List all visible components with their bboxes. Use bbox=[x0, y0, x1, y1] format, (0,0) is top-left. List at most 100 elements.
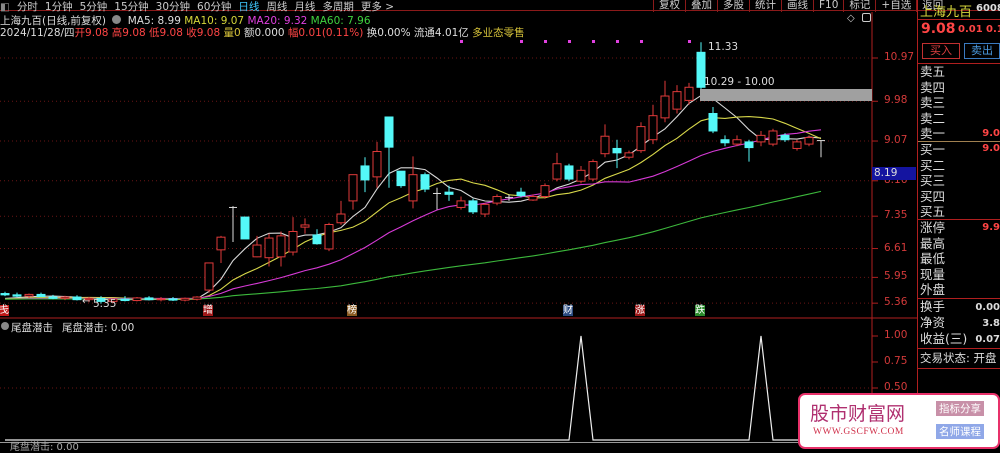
candle-body bbox=[264, 237, 274, 259]
candle-body bbox=[0, 293, 10, 296]
candle-body bbox=[252, 244, 262, 258]
tag-teacher-course[interactable]: 名师课程 bbox=[936, 424, 984, 439]
candle-body bbox=[420, 174, 430, 190]
price-change: 0.01 bbox=[958, 24, 983, 35]
candle-body bbox=[732, 139, 742, 145]
ma20-line bbox=[4, 129, 822, 300]
indicator-settings-icon[interactable] bbox=[1, 322, 9, 330]
nav-label: 净资 bbox=[920, 315, 946, 330]
signal-marker: 涨 bbox=[635, 305, 645, 316]
period-tab[interactable]: 5分钟 bbox=[80, 2, 108, 13]
candle-body bbox=[396, 170, 406, 187]
open: 开9.08 bbox=[74, 27, 109, 39]
signal-marker: 跌 bbox=[695, 305, 705, 316]
toolbar-button[interactable]: 统计 bbox=[749, 0, 781, 12]
stat-label: 最高 bbox=[920, 235, 946, 251]
candle-body bbox=[708, 112, 718, 132]
candle-body bbox=[24, 293, 34, 297]
toolbar-button[interactable]: +自选 bbox=[875, 0, 916, 12]
right-toolbar: 复权 叠加 多股 统计 画线 F10 标记 +自选 返回 bbox=[653, 0, 948, 12]
indicator-line bbox=[5, 335, 821, 441]
signal-dot bbox=[460, 40, 463, 43]
period-tab[interactable]: 60分钟 bbox=[197, 2, 231, 13]
panel-toggle-icon[interactable] bbox=[862, 13, 871, 22]
watermark-banner[interactable]: 股市财富网 WWW.GSCFW.COM 指标分享 名师课程 bbox=[798, 393, 1000, 449]
price-tick: 5.36 bbox=[884, 296, 908, 309]
indicator-value: 尾盘潜击: 0.00 bbox=[62, 322, 135, 334]
settings-icon[interactable] bbox=[112, 15, 122, 24]
buy-button[interactable]: 买入 bbox=[922, 43, 960, 59]
ask-label: 卖二 bbox=[920, 110, 946, 126]
period-tab[interactable]: 月线 bbox=[294, 2, 315, 13]
candle-body bbox=[132, 297, 142, 302]
price-tick: 6.61 bbox=[884, 241, 908, 254]
candle-body bbox=[444, 191, 454, 195]
last-price: 9.08 bbox=[921, 21, 956, 37]
candle-body bbox=[180, 297, 190, 301]
period-tab[interactable]: 日线 bbox=[238, 2, 259, 13]
indicator-name[interactable]: 尾盘潜击 bbox=[11, 320, 53, 335]
candle-body bbox=[756, 134, 766, 143]
price-tick: 5.95 bbox=[884, 270, 908, 283]
candle-body bbox=[48, 296, 58, 299]
range-band bbox=[700, 89, 872, 101]
ask1-price: 9.0 bbox=[982, 128, 1000, 139]
eps-label: 收益(三) bbox=[920, 331, 968, 346]
trade-status: 交易状态: 开盘 bbox=[920, 351, 997, 365]
nav-value: 3.8 bbox=[982, 318, 1000, 329]
candle-body bbox=[72, 296, 82, 301]
bid-label: 买二 bbox=[920, 157, 946, 173]
candle-body bbox=[720, 139, 730, 144]
period-tab[interactable]: 1分钟 bbox=[45, 2, 73, 13]
tag-indicator-share[interactable]: 指标分享 bbox=[936, 401, 984, 416]
signal-dot bbox=[568, 40, 571, 43]
signal-marker: 增 bbox=[203, 305, 213, 316]
candle-body bbox=[612, 147, 622, 154]
period-tab[interactable]: 分时 bbox=[17, 2, 38, 13]
pct-change: 0.1 bbox=[986, 24, 1000, 35]
candle-body bbox=[624, 152, 634, 158]
ask-label: 卖一 bbox=[920, 126, 946, 141]
bid1-price: 9.0 bbox=[982, 143, 1000, 154]
toolbar-button[interactable]: 多股 bbox=[717, 0, 749, 12]
indicator-tick: 0.75 bbox=[884, 355, 908, 367]
signal-marker: 财 bbox=[563, 305, 573, 316]
toolbar-button[interactable]: 叠加 bbox=[685, 0, 717, 12]
candle-body bbox=[600, 135, 610, 155]
period-tab[interactable]: 周线 bbox=[266, 2, 287, 13]
candle-body bbox=[384, 116, 394, 148]
sell-button[interactable]: 卖出 bbox=[964, 43, 1000, 59]
candle-body bbox=[168, 298, 178, 301]
period-tab[interactable]: 更多 > bbox=[361, 2, 394, 13]
signal-dot bbox=[640, 40, 643, 43]
candle-body bbox=[744, 141, 754, 149]
candle-body bbox=[768, 130, 778, 145]
range: 幅0.01(0.11%) bbox=[287, 27, 364, 39]
toolbar-button[interactable]: 复权 bbox=[653, 0, 685, 12]
period-tab[interactable]: 15分钟 bbox=[114, 2, 148, 13]
high: 高9.08 bbox=[111, 27, 146, 39]
stat-label: 外盘 bbox=[920, 282, 946, 297]
candle-body bbox=[648, 115, 658, 141]
candle-body bbox=[144, 297, 154, 301]
candle-body bbox=[156, 298, 166, 301]
toolbar-icon[interactable]: ◧ bbox=[0, 2, 10, 13]
toolbar-button[interactable]: 标记 bbox=[843, 0, 875, 12]
bid-label: 买四 bbox=[920, 188, 946, 204]
candle-body bbox=[516, 191, 526, 197]
date: 2024/11/28/四 bbox=[0, 27, 75, 39]
kline-chart[interactable] bbox=[0, 0, 1000, 449]
toolbar-button[interactable]: 画线 bbox=[781, 0, 813, 12]
period-tab[interactable]: 30分钟 bbox=[156, 2, 190, 13]
diamond-icon[interactable]: ◇ bbox=[847, 13, 855, 24]
candle-body bbox=[324, 223, 334, 250]
candle-body bbox=[312, 234, 322, 245]
candle-body bbox=[372, 151, 382, 178]
period-tab[interactable]: 多周期 bbox=[322, 2, 354, 13]
bottom-indicator-text: 尾盘潜击: 0.00 bbox=[10, 442, 79, 453]
sector-link[interactable]: 多业态零售 bbox=[472, 27, 525, 39]
price-tick: 10.97 bbox=[884, 51, 915, 63]
toolbar-button[interactable]: F10 bbox=[813, 0, 843, 12]
range-label: 10.29 - 10.00 bbox=[704, 76, 775, 88]
limit-up-price: 9.9 bbox=[982, 222, 1000, 233]
